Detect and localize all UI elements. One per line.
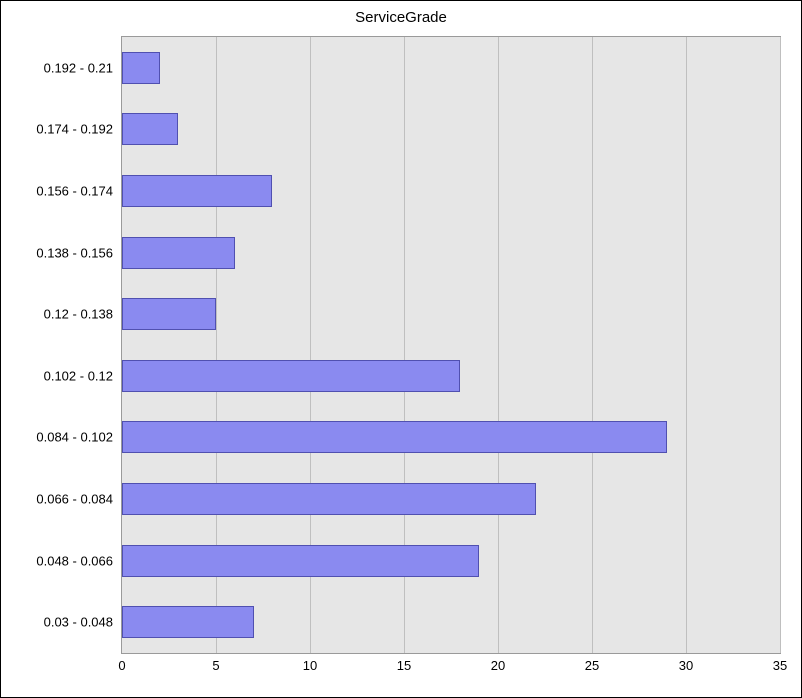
gridline <box>686 37 687 653</box>
gridline <box>780 37 781 653</box>
gridline <box>498 37 499 653</box>
bar <box>122 175 272 207</box>
bar <box>122 360 460 392</box>
x-tick-label: 25 <box>585 658 599 673</box>
bar <box>122 113 178 145</box>
y-tick-label: 0.192 - 0.21 <box>7 60 113 75</box>
bar <box>122 545 479 577</box>
x-tick-label: 20 <box>491 658 505 673</box>
chart-title: ServiceGrade <box>1 9 801 26</box>
y-tick-label: 0.03 - 0.048 <box>7 615 113 630</box>
x-tick-label: 0 <box>118 658 125 673</box>
bar <box>122 298 216 330</box>
y-tick-label: 0.084 - 0.102 <box>7 430 113 445</box>
y-tick-label: 0.066 - 0.084 <box>7 492 113 507</box>
bar <box>122 606 254 638</box>
y-tick-label: 0.12 - 0.138 <box>7 307 113 322</box>
plot-area <box>121 36 781 654</box>
y-tick-label: 0.138 - 0.156 <box>7 245 113 260</box>
y-tick-label: 0.048 - 0.066 <box>7 553 113 568</box>
bar <box>122 52 160 84</box>
x-tick-label: 5 <box>212 658 219 673</box>
x-tick-label: 15 <box>397 658 411 673</box>
y-tick-label: 0.156 - 0.174 <box>7 184 113 199</box>
bar <box>122 237 235 269</box>
bar <box>122 483 536 515</box>
chart-frame: ServiceGrade 0 5 10 15 20 25 30 35 0.192 - 0.21 0… <box>0 0 802 698</box>
y-tick-label: 0.174 - 0.192 <box>7 122 113 137</box>
gridline <box>592 37 593 653</box>
x-tick-label: 30 <box>679 658 693 673</box>
y-tick-label: 0.102 - 0.12 <box>7 368 113 383</box>
x-tick-label: 10 <box>303 658 317 673</box>
x-tick-label: 35 <box>773 658 787 673</box>
bar <box>122 421 667 453</box>
